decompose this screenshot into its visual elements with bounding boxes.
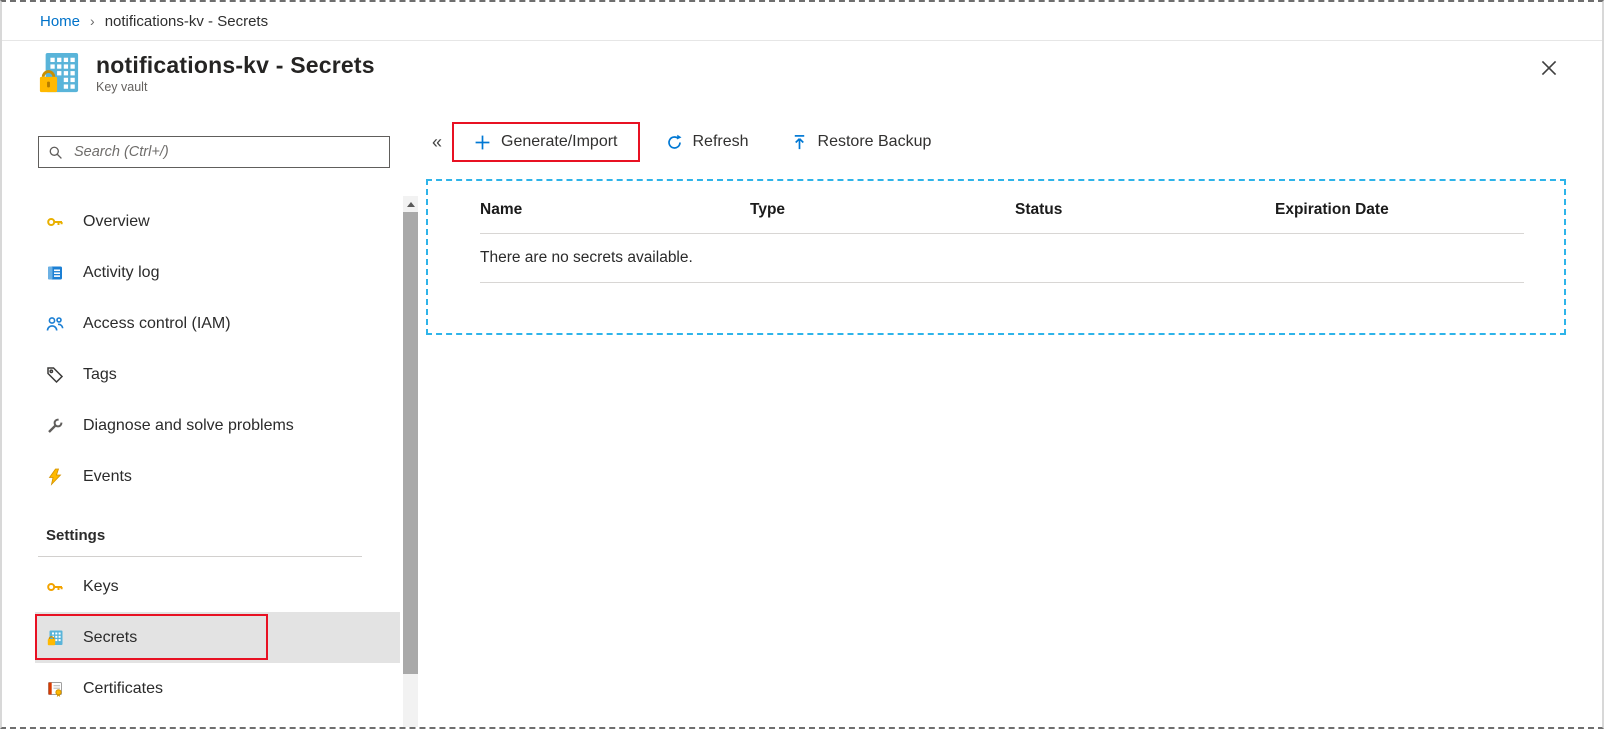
diagnose-wrench-icon	[46, 417, 64, 435]
command-bar: « Generate/Import Refresh	[426, 119, 1602, 165]
scrollbar-up-arrow-icon[interactable]	[403, 196, 418, 212]
red-annotation-box-secrets	[35, 614, 268, 660]
overview-key-icon	[46, 213, 64, 231]
refresh-label: Refresh	[693, 133, 749, 151]
sidebar-item-label: Keys	[83, 578, 119, 596]
sidebar-item-keys[interactable]: Keys	[35, 561, 400, 612]
sidebar-section-settings: Settings	[46, 520, 420, 550]
generate-import-button[interactable]: Generate/Import	[452, 122, 640, 162]
key-vault-icon	[38, 51, 80, 95]
sidebar-item-label: Secrets	[83, 629, 137, 647]
sidebar-item-diagnose[interactable]: Diagnose and solve problems	[35, 400, 400, 451]
screenshot-frame: Home › notifications-kv - Secrets noti	[0, 0, 1604, 729]
refresh-icon	[666, 134, 683, 151]
sidebar-item-label: Certificates	[83, 680, 163, 698]
keys-icon	[46, 578, 64, 596]
sidebar-item-events[interactable]: Events	[35, 451, 400, 502]
restore-backup-icon	[791, 134, 808, 151]
sidebar-item-label: Diagnose and solve problems	[83, 417, 294, 435]
sidebar-scrollbar[interactable]	[403, 196, 418, 727]
sidebar-nav: Overview Activity log Access	[2, 196, 420, 714]
page-title: notifications-kv - Secrets	[96, 52, 375, 79]
column-header-expiration-date: Expiration Date	[1275, 201, 1524, 219]
scrollbar-thumb[interactable]	[403, 212, 418, 674]
certificates-icon	[46, 680, 64, 698]
sidebar-item-label: Activity log	[83, 264, 159, 282]
column-header-status: Status	[1015, 201, 1275, 219]
sidebar-item-access-control[interactable]: Access control (IAM)	[35, 298, 400, 349]
refresh-button[interactable]: Refresh	[650, 122, 765, 162]
sidebar-item-tags[interactable]: Tags	[35, 349, 400, 400]
sidebar-item-activity-log[interactable]: Activity log	[35, 247, 400, 298]
activity-log-icon	[46, 264, 64, 282]
breadcrumb: Home › notifications-kv - Secrets	[2, 2, 1602, 41]
blade-body: Overview Activity log Access	[2, 105, 1602, 727]
tags-icon	[46, 366, 64, 384]
breadcrumb-chevron-icon: ›	[90, 13, 95, 29]
events-lightning-icon	[46, 468, 64, 486]
sidebar-search-box[interactable]	[38, 136, 390, 168]
column-header-type: Type	[750, 201, 1015, 219]
page-subtitle: Key vault	[96, 80, 375, 94]
generate-import-label: Generate/Import	[501, 133, 618, 151]
sidebar-item-secrets[interactable]: Secrets	[35, 612, 400, 663]
sidebar: Overview Activity log Access	[2, 105, 420, 727]
secrets-table-region: Name Type Status Expiration Date There a…	[426, 179, 1566, 335]
breadcrumb-home-link[interactable]: Home	[40, 13, 80, 30]
sidebar-item-overview[interactable]: Overview	[35, 196, 400, 247]
sidebar-item-label: Events	[83, 468, 132, 486]
restore-backup-label: Restore Backup	[818, 133, 932, 151]
page-header: notifications-kv - Secrets Key vault	[2, 41, 1602, 105]
empty-state-message: There are no secrets available.	[480, 234, 1524, 283]
sidebar-item-label: Tags	[83, 366, 117, 384]
search-icon	[48, 145, 63, 160]
secrets-vault-icon	[46, 629, 64, 647]
search-input[interactable]	[72, 143, 380, 161]
restore-backup-button[interactable]: Restore Backup	[775, 122, 948, 162]
close-icon[interactable]	[1538, 57, 1562, 81]
secrets-pane: « Generate/Import Refresh	[420, 105, 1602, 727]
sidebar-item-label: Overview	[83, 213, 150, 231]
secrets-table-header: Name Type Status Expiration Date	[480, 201, 1524, 234]
access-control-people-icon	[46, 315, 64, 333]
sidebar-item-label: Access control (IAM)	[83, 315, 231, 333]
collapse-sidebar-icon[interactable]: «	[426, 131, 448, 153]
sidebar-item-certificates[interactable]: Certificates	[35, 663, 400, 714]
column-header-name: Name	[480, 201, 750, 219]
settings-divider	[38, 556, 362, 557]
title-block: notifications-kv - Secrets Key vault	[96, 52, 375, 94]
breadcrumb-current: notifications-kv - Secrets	[105, 13, 268, 30]
plus-icon	[474, 134, 491, 151]
